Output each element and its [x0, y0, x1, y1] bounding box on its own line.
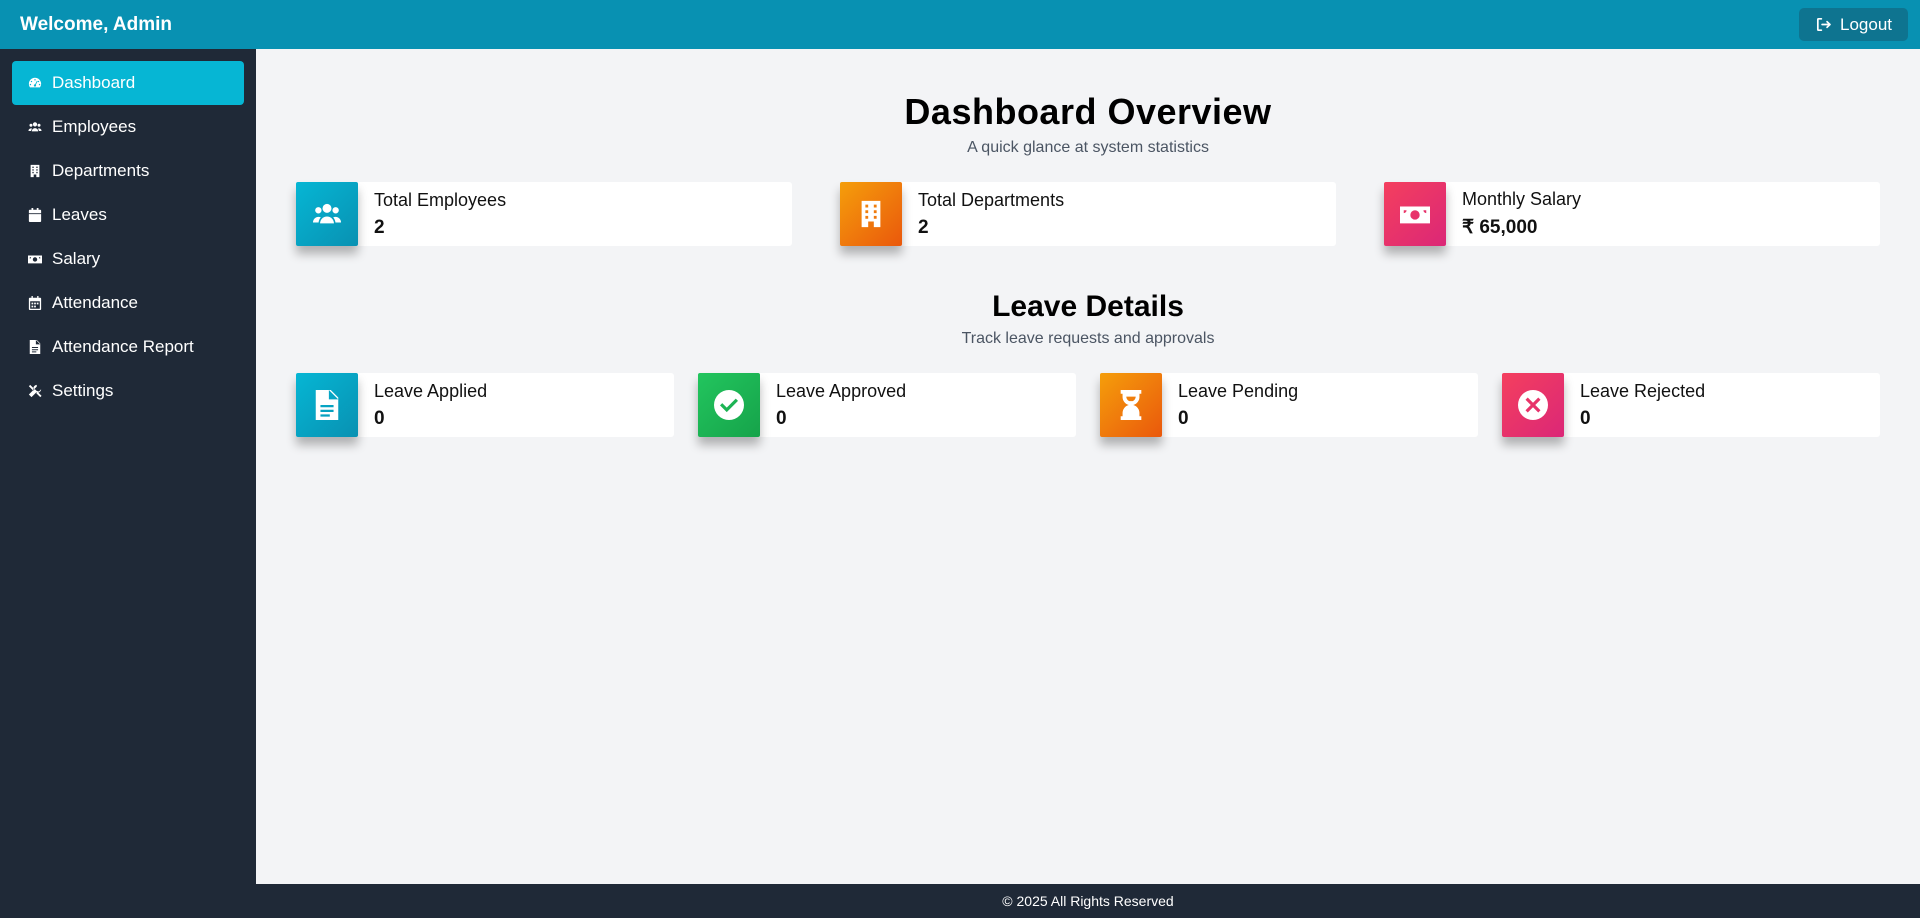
hourglass-icon [1100, 373, 1162, 437]
file-icon [29, 340, 41, 354]
sidebar-item-label: Dashboard [52, 73, 136, 92]
stat-value: 0 [1178, 407, 1189, 429]
stat-label: Leave Approved [776, 380, 907, 401]
footer: © 2025 All Rights Reserved [256, 884, 1920, 918]
stat-value: 0 [374, 407, 385, 429]
leave-title: Leave Details [992, 290, 1184, 323]
sidebar-item-leaves[interactable]: Leaves [12, 193, 244, 237]
stat-card-leave-pending: Leave Pending 0 [1100, 373, 1478, 437]
leave-cards: Leave Applied 0 Leave Approved 0 Leave P… [256, 373, 1920, 437]
sidebar: Dashboard Employees Departments Leaves S… [0, 49, 256, 918]
stat-value: ₹ 65,000 [1462, 217, 1538, 238]
stat-card-monthly-salary: Monthly Salary ₹ 65,000 [1384, 182, 1880, 246]
stat-value: 2 [918, 216, 929, 238]
welcome-text: Welcome, Admin [20, 13, 173, 35]
building-icon [30, 164, 40, 178]
stat-label: Leave Pending [1178, 380, 1299, 401]
check-circle-icon [698, 373, 760, 437]
sidebar-item-employees[interactable]: Employees [12, 105, 244, 149]
overview-cards: Total Employees 2 Total Departments 2 Mo… [256, 182, 1920, 246]
stat-card-total-departments: Total Departments 2 [840, 182, 1336, 246]
sidebar-item-settings[interactable]: Settings [12, 369, 244, 413]
stat-label: Monthly Salary [1462, 189, 1582, 209]
file-icon [296, 373, 358, 437]
stat-card-leave-rejected: Leave Rejected 0 [1502, 373, 1880, 437]
leave-subtitle: Track leave requests and approvals [961, 330, 1215, 347]
building-icon [840, 182, 902, 246]
footer-text: © 2025 All Rights Reserved [1002, 893, 1174, 909]
sidebar-item-dashboard[interactable]: Dashboard [12, 61, 244, 105]
top-navbar: Welcome, Admin Logout [0, 0, 1920, 49]
sidebar-item-label: Salary [52, 249, 101, 268]
sidebar-item-departments[interactable]: Departments [12, 149, 244, 193]
logout-label: Logout [1840, 14, 1892, 34]
tools-icon [28, 384, 42, 398]
x-circle-icon [1502, 373, 1564, 437]
sidebar-item-attendance[interactable]: Attendance [12, 281, 244, 325]
sidebar-item-attendance-report[interactable]: Attendance Report [12, 325, 244, 369]
overview-title: Dashboard Overview [904, 91, 1272, 132]
money-icon [1384, 182, 1446, 246]
dashboard-icon [28, 77, 42, 88]
users-icon [28, 122, 42, 132]
stat-value: 0 [1580, 407, 1591, 429]
stat-label: Leave Applied [374, 380, 488, 401]
users-icon [296, 182, 358, 246]
sidebar-item-label: Attendance [52, 293, 139, 312]
sidebar-item-label: Employees [52, 117, 137, 136]
stat-card-leave-approved: Leave Approved 0 [698, 373, 1076, 437]
sidebar-item-salary[interactable]: Salary [12, 237, 244, 281]
logout-button[interactable]: Logout [1799, 8, 1908, 41]
sidebar-item-label: Departments [52, 161, 150, 180]
stat-value: 0 [776, 407, 787, 429]
money-icon [28, 255, 42, 264]
calendar-days-icon [28, 296, 42, 310]
stat-label: Total Employees [374, 189, 507, 210]
stat-card-total-employees: Total Employees 2 [296, 182, 792, 246]
sidebar-item-label: Attendance Report [52, 337, 194, 356]
overview-subtitle: A quick glance at system statistics [967, 139, 1209, 156]
calendar-icon [28, 208, 42, 222]
main-content: Dashboard Overview A quick glance at sys… [256, 49, 1920, 884]
stat-value: 2 [374, 216, 385, 238]
stat-label: Leave Rejected [1580, 380, 1706, 401]
logout-icon [1816, 17, 1831, 32]
stat-card-leave-applied: Leave Applied 0 [296, 373, 674, 437]
sidebar-item-label: Settings [52, 381, 114, 400]
sidebar-item-label: Leaves [52, 205, 107, 224]
stat-label: Total Departments [918, 189, 1065, 210]
